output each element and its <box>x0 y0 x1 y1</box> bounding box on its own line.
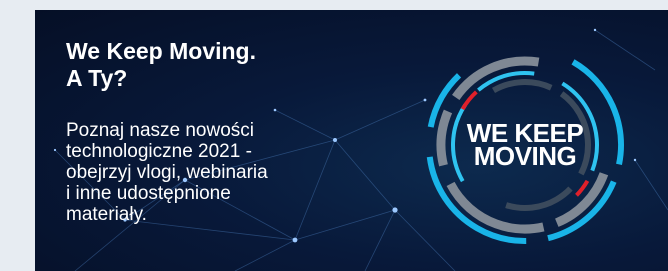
description-line-1: Poznaj nasze nowości <box>66 120 254 141</box>
banner-headline: We Keep Moving. A Ty? <box>66 38 366 92</box>
description-line-5: materiały. <box>66 204 147 225</box>
description-line-2: technologiczne 2021 - <box>66 141 252 162</box>
description-line-3: obejrzyj vlogi, webinaria <box>66 162 268 183</box>
we-keep-moving-logo: WE KEEP MOVING <box>420 40 630 250</box>
headline-line-2: A Ty? <box>66 65 128 91</box>
description-line-4: i inne udostępnione <box>66 183 231 204</box>
logo-line-2: MOVING <box>473 141 577 171</box>
banner-description: Poznaj nasze nowości technologiczne 2021… <box>66 120 366 225</box>
promo-banner[interactable]: We Keep Moving. A Ty? Poznaj nasze nowoś… <box>35 10 668 271</box>
logo-wordmark: WE KEEP MOVING <box>420 40 630 250</box>
headline-line-1: We Keep Moving. <box>66 38 256 64</box>
